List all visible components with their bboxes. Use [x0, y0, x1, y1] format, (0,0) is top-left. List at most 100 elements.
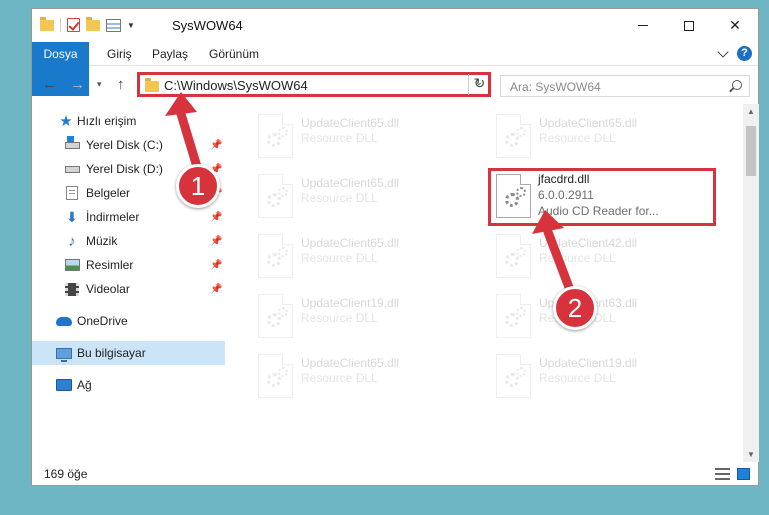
- pictures-icon: [64, 258, 80, 272]
- search-input[interactable]: Ara: SysWOW64: [510, 80, 601, 94]
- file-description: Resource DLL: [539, 251, 616, 265]
- file-explorer-window: ▼ SysWOW64 ✕ Dosya Giriş Paylaş Görünüm …: [31, 8, 759, 486]
- search-box[interactable]: Ara: SysWOW64: [500, 75, 750, 97]
- scroll-up-icon[interactable]: ▲: [747, 107, 755, 116]
- toolbar-separator: [60, 18, 61, 32]
- tab-home[interactable]: Giriş: [96, 42, 143, 66]
- customize-icon[interactable]: [106, 18, 121, 32]
- dll-file-icon: [258, 234, 293, 278]
- address-path[interactable]: C:\Windows\SysWOW64: [164, 78, 308, 93]
- sidebar-item-network[interactable]: Ağ: [32, 373, 225, 397]
- sidebar-item-pictures[interactable]: Resimler 📌: [32, 253, 225, 277]
- file-name: UpdateClient65.dll: [301, 356, 400, 370]
- sidebar-item-label: Yerel Disk (D:): [86, 162, 163, 176]
- music-icon: ♪: [68, 232, 76, 250]
- dll-file-icon: [258, 174, 293, 218]
- file-item[interactable]: UpdateClient65.dll Resource DLL: [250, 172, 480, 226]
- file-item[interactable]: UpdateClient63.dll Resource DLL: [488, 292, 718, 346]
- up-button[interactable]: ↑: [117, 76, 125, 93]
- toolbar-dropdown-icon[interactable]: ▼: [127, 21, 135, 30]
- pin-icon[interactable]: 📌: [210, 140, 222, 151]
- item-count: 169 öğe: [44, 467, 88, 481]
- sidebar-item-videos[interactable]: Videolar 📌: [32, 277, 225, 301]
- help-icon[interactable]: ?: [737, 46, 752, 61]
- dll-file-icon: [496, 174, 531, 218]
- sidebar-item-label: Ağ: [77, 378, 92, 392]
- file-description: Resource DLL: [301, 251, 378, 265]
- dll-file-icon: [258, 294, 293, 338]
- scroll-down-icon[interactable]: ▼: [747, 450, 755, 459]
- recent-locations-icon[interactable]: ▾: [97, 79, 102, 90]
- file-version: 6.0.0.2911: [538, 188, 594, 202]
- file-name: UpdateClient65.dll: [301, 236, 400, 250]
- videos-icon: [64, 282, 80, 296]
- dll-file-icon: [496, 234, 531, 278]
- pin-icon[interactable]: 📌: [210, 284, 222, 295]
- quick-access-toolbar: ▼: [40, 16, 135, 32]
- pin-icon[interactable]: 📌: [210, 236, 222, 247]
- file-description: Resource DLL: [539, 371, 616, 385]
- sidebar-item-this-pc[interactable]: Bu bilgisayar: [32, 341, 225, 365]
- file-description: Resource DLL: [301, 371, 378, 385]
- navigation-bar: ← → ▾ ↑ C:\Windows\SysWOW64 ⌄ ↻ Ara: Sys…: [32, 67, 758, 101]
- sidebar-item-onedrive[interactable]: OneDrive: [32, 309, 225, 333]
- file-name: UpdateClient42.dll: [539, 236, 638, 250]
- expand-ribbon-icon[interactable]: [717, 45, 729, 58]
- scrollbar-thumb[interactable]: [746, 126, 756, 176]
- address-bar[interactable]: C:\Windows\SysWOW64 ⌄: [137, 72, 491, 97]
- file-name: jfacdrd.dll: [538, 172, 590, 186]
- refresh-button[interactable]: ↻: [468, 74, 490, 95]
- drive-d-icon: [64, 162, 80, 176]
- minimize-button[interactable]: [620, 9, 666, 42]
- network-icon: [56, 378, 72, 392]
- search-icon[interactable]: [732, 80, 742, 90]
- large-icons-view-icon[interactable]: [737, 468, 750, 480]
- sidebar-item-drive-c[interactable]: Yerel Disk (C:) 📌: [32, 133, 225, 157]
- sidebar-item-downloads[interactable]: ⬇ İndirmeler 📌: [32, 205, 225, 229]
- file-item[interactable]: UpdateClient65.dll Resource DLL: [250, 112, 480, 166]
- details-view-icon[interactable]: [715, 468, 730, 480]
- forward-button[interactable]: →: [70, 76, 85, 93]
- close-button[interactable]: ✕: [712, 9, 758, 42]
- star-icon: ★: [59, 113, 73, 130]
- dll-file-icon: [496, 114, 531, 158]
- file-item[interactable]: UpdateClient65.dll Resource DLL: [250, 232, 480, 286]
- file-name: UpdateClient65.dll: [539, 116, 638, 130]
- pin-icon[interactable]: 📌: [210, 212, 222, 223]
- file-name: UpdateClient65.dll: [301, 176, 400, 190]
- file-name: UpdateClient19.dll: [301, 296, 400, 310]
- sidebar-item-music[interactable]: ♪ Müzik 📌: [32, 229, 225, 253]
- file-description: Resource DLL: [301, 311, 378, 325]
- file-item[interactable]: UpdateClient19.dll Resource DLL: [488, 352, 718, 406]
- dll-file-icon: [258, 114, 293, 158]
- sidebar-item-label: Müzik: [86, 234, 118, 248]
- pin-icon[interactable]: 📌: [210, 260, 222, 271]
- navigation-pane: ★ Hızlı erişim Yerel Disk (C:) 📌 Yerel D…: [32, 104, 227, 462]
- step-2-badge: 2: [553, 286, 597, 330]
- file-item[interactable]: UpdateClient65.dll Resource DLL: [488, 112, 718, 166]
- properties-check-icon[interactable]: [67, 18, 80, 32]
- sidebar-item-label: Hızlı erişim: [77, 114, 137, 128]
- file-description: Audio CD Reader for...: [538, 204, 659, 218]
- sidebar-item-label: Resimler: [86, 258, 134, 272]
- file-item-jfacdrd[interactable]: jfacdrd.dll 6.0.0.2911 Audio CD Reader f…: [488, 168, 716, 226]
- tab-view[interactable]: Görünüm: [198, 42, 270, 66]
- file-item[interactable]: UpdateClient42.dll Resource DLL: [488, 232, 718, 286]
- vertical-scrollbar[interactable]: ▲ ▼: [743, 104, 759, 462]
- sidebar-item-label: Yerel Disk (C:): [86, 138, 163, 152]
- new-folder-icon[interactable]: [86, 16, 100, 31]
- back-button[interactable]: ←: [42, 76, 57, 93]
- dll-file-icon: [258, 354, 293, 398]
- file-item[interactable]: UpdateClient65.dll Resource DLL: [250, 352, 480, 406]
- file-list: UpdateClient65.dll Resource DLL UpdateCl…: [228, 104, 743, 462]
- file-item[interactable]: UpdateClient19.dll Resource DLL: [250, 292, 480, 346]
- folder-icon: [145, 78, 159, 92]
- onedrive-icon: [56, 314, 72, 328]
- file-name: UpdateClient19.dll: [539, 356, 638, 370]
- sidebar-item-quick-access[interactable]: ★ Hızlı erişim: [32, 109, 225, 133]
- file-description: Resource DLL: [301, 191, 378, 205]
- maximize-button[interactable]: [666, 9, 712, 42]
- tab-share[interactable]: Paylaş: [141, 42, 199, 66]
- this-pc-icon: [56, 346, 72, 362]
- title-bar: ▼ SysWOW64 ✕: [32, 9, 758, 42]
